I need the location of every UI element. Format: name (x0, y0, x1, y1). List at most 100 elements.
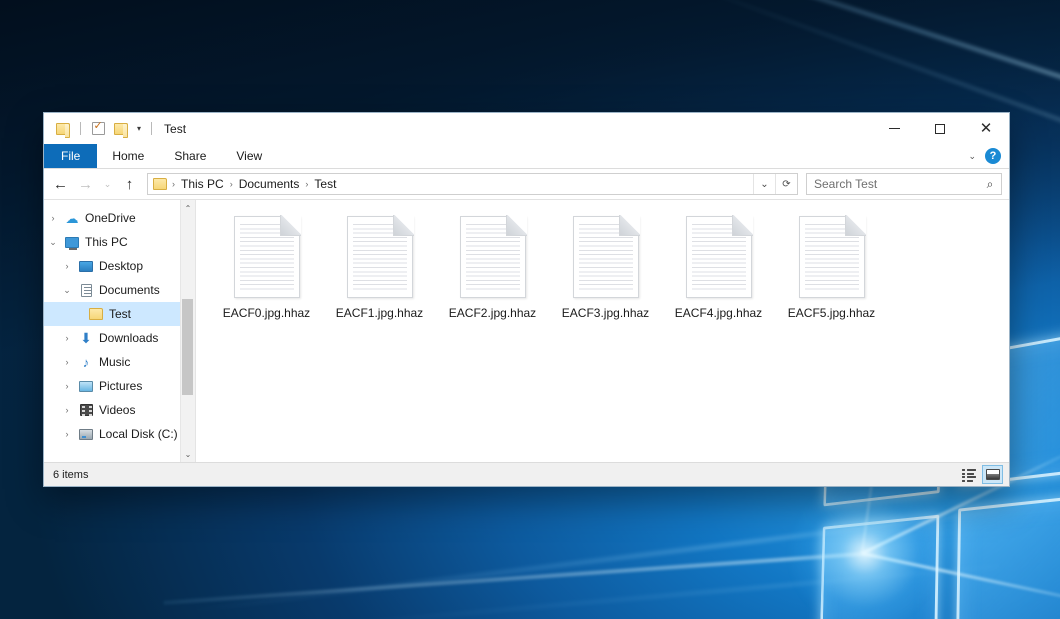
music-icon: ♪ (76, 356, 96, 369)
navigation-pane-scrollbar[interactable]: ⌃ ⌄ (180, 200, 195, 462)
sidebar-item-label: Music (96, 355, 130, 369)
navigation-pane: › ☁ OneDrive ⌄ This PC › Desktop ⌄ (44, 200, 196, 462)
folder-icon (86, 308, 106, 320)
desktop-icon (76, 261, 96, 272)
scroll-down-icon[interactable]: ⌄ (181, 446, 196, 462)
refresh-icon[interactable]: ⟳ (775, 174, 797, 194)
details-view-button[interactable] (958, 465, 979, 484)
sidebar-item-label: Test (106, 307, 131, 321)
sidebar-item-downloads[interactable]: › ⬇ Downloads (44, 326, 195, 350)
address-dropdown-icon[interactable]: ⌄ (753, 174, 775, 194)
chevron-right-icon[interactable]: › (58, 357, 76, 367)
chevron-right-icon[interactable]: › (58, 261, 76, 271)
chevron-right-icon[interactable]: › (58, 381, 76, 391)
breadcrumb-separator: › (304, 179, 309, 189)
sidebar-item-onedrive[interactable]: › ☁ OneDrive (44, 206, 195, 230)
videos-icon (76, 404, 96, 416)
breadcrumb-separator: › (171, 179, 176, 189)
generic-file-icon (686, 216, 752, 298)
disk-icon (76, 429, 96, 440)
sidebar-item-label: Desktop (96, 259, 143, 273)
tab-view[interactable]: View (221, 144, 277, 168)
sidebar-item-label: This PC (82, 235, 128, 249)
scrollbar-track[interactable] (181, 216, 196, 446)
file-name-label: EACF4.jpg.hhaz (672, 305, 765, 321)
file-item[interactable]: EACF5.jpg.hhaz (775, 212, 888, 334)
search-icon[interactable]: ⌕ (979, 177, 1001, 192)
chevron-down-icon[interactable]: ▾ (135, 124, 143, 133)
sidebar-item-label: Pictures (96, 379, 142, 393)
properties-icon[interactable] (89, 120, 107, 138)
chevron-right-icon[interactable]: › (58, 405, 76, 415)
sidebar-item-label: Documents (96, 283, 160, 297)
generic-file-icon (573, 216, 639, 298)
sidebar-item-label: Videos (96, 403, 135, 417)
breadcrumb-documents[interactable]: Documents (235, 177, 304, 191)
breadcrumb-test[interactable]: Test (310, 177, 340, 191)
search-box[interactable]: ⌕ (806, 173, 1002, 195)
sidebar-item-test[interactable]: Test (44, 302, 195, 326)
generic-file-icon (234, 216, 300, 298)
quick-access-toolbar: ▾ (44, 120, 155, 138)
file-name-label: EACF2.jpg.hhaz (446, 305, 539, 321)
minimize-button[interactable] (871, 113, 917, 144)
file-list-view[interactable]: EACF0.jpg.hhaz EACF1.jpg.hhaz (196, 200, 1009, 462)
folder-icon[interactable] (54, 120, 72, 138)
sidebar-item-desktop[interactable]: › Desktop (44, 254, 195, 278)
scroll-up-icon[interactable]: ⌃ (181, 200, 196, 216)
logo-pane (956, 490, 1060, 619)
file-name-label: EACF0.jpg.hhaz (220, 305, 313, 321)
up-button[interactable]: ↑ (118, 173, 141, 195)
status-bar: 6 items (44, 462, 1009, 486)
address-bar[interactable]: › This PC › Documents › Test ⌄ ⟳ (147, 173, 798, 195)
sidebar-item-pictures[interactable]: › Pictures (44, 374, 195, 398)
toolbar-separator (80, 122, 81, 135)
forward-button[interactable]: → (74, 173, 97, 195)
chevron-right-icon[interactable]: › (58, 333, 76, 343)
details-view-icon (962, 469, 976, 480)
document-icon (76, 284, 96, 297)
scrollbar-thumb[interactable] (182, 299, 193, 396)
help-icon[interactable]: ? (985, 148, 1001, 164)
file-name-label: EACF5.jpg.hhaz (785, 305, 878, 321)
breadcrumb-separator: › (229, 179, 234, 189)
sidebar-item-local-disk-c[interactable]: › Local Disk (C:) (44, 422, 195, 446)
chevron-down-icon[interactable]: ⌄ (968, 151, 976, 162)
chevron-right-icon[interactable]: › (58, 429, 76, 439)
close-button[interactable]: ✕ (963, 113, 1009, 144)
large-icons-view-button[interactable] (982, 465, 1003, 484)
maximize-button[interactable] (917, 113, 963, 144)
sidebar-item-music[interactable]: › ♪ Music (44, 350, 195, 374)
file-name-label: EACF1.jpg.hhaz (333, 305, 426, 321)
file-item[interactable]: EACF2.jpg.hhaz (436, 212, 549, 334)
folder-icon (153, 178, 167, 190)
chevron-down-icon[interactable]: ⌄ (44, 237, 62, 248)
desktop: ▾ Test ✕ File Home Share View ⌄ ? ← → (0, 0, 1060, 619)
sidebar-item-label: Local Disk (C:) (96, 427, 178, 441)
sidebar-item-this-pc[interactable]: ⌄ This PC (44, 230, 195, 254)
download-icon: ⬇ (76, 331, 96, 345)
generic-file-icon (347, 216, 413, 298)
file-item[interactable]: EACF3.jpg.hhaz (549, 212, 662, 334)
window-body: › ☁ OneDrive ⌄ This PC › Desktop ⌄ (44, 199, 1009, 462)
new-folder-icon[interactable] (112, 120, 130, 138)
chevron-right-icon[interactable]: › (44, 213, 62, 223)
file-item[interactable]: EACF1.jpg.hhaz (323, 212, 436, 334)
cloud-icon: ☁ (62, 212, 82, 225)
search-input[interactable] (807, 177, 979, 191)
back-button[interactable]: ← (49, 173, 72, 195)
sidebar-item-videos[interactable]: › Videos (44, 398, 195, 422)
tab-home[interactable]: Home (97, 144, 159, 168)
file-item[interactable]: EACF0.jpg.hhaz (210, 212, 323, 334)
generic-file-icon (460, 216, 526, 298)
pc-icon (62, 237, 82, 248)
chevron-down-icon[interactable]: ⌄ (58, 285, 76, 296)
tab-share[interactable]: Share (159, 144, 221, 168)
toolbar-separator (151, 122, 152, 135)
file-item[interactable]: EACF4.jpg.hhaz (662, 212, 775, 334)
tab-file[interactable]: File (44, 144, 97, 168)
recent-locations-icon[interactable]: ⌄ (99, 173, 116, 195)
address-bar-row: ← → ⌄ ↑ › This PC › Documents › Test ⌄ ⟳ (44, 169, 1009, 199)
breadcrumb-this-pc[interactable]: This PC (177, 177, 228, 191)
sidebar-item-documents[interactable]: ⌄ Documents (44, 278, 195, 302)
